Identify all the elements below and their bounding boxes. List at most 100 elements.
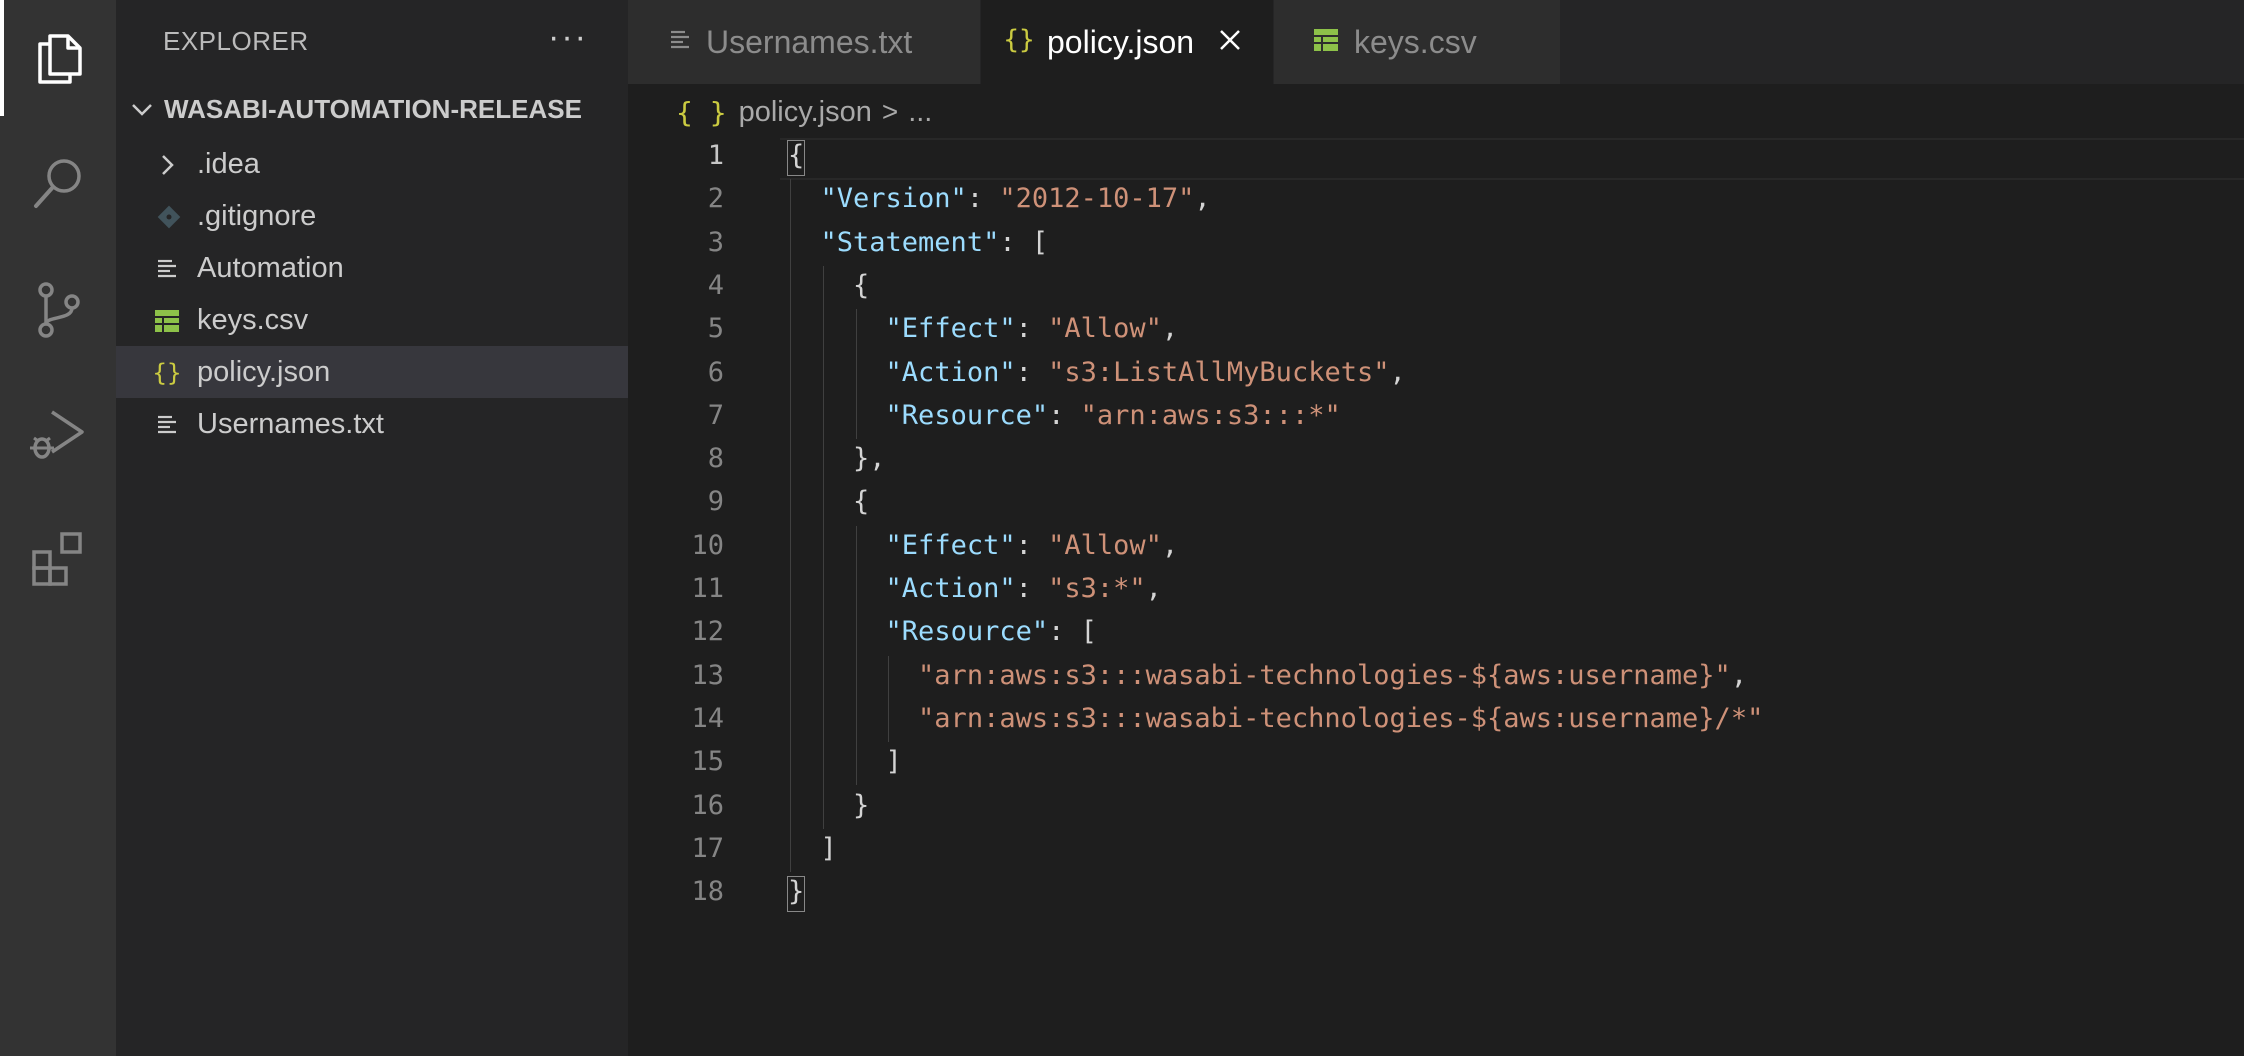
- code-line[interactable]: 7 "Resource": "arn:aws:s3:::*": [628, 396, 2244, 439]
- breadcrumb-file[interactable]: policy.json: [739, 96, 872, 129]
- line-number: 8: [707, 443, 724, 475]
- tab-policy-json[interactable]: {} policy.json: [981, 0, 1274, 84]
- code-line[interactable]: 17 ]: [628, 829, 2244, 872]
- tree-item-usernames-txt[interactable]: Usernames.txt: [116, 398, 628, 450]
- activity-bar: [0, 0, 116, 1056]
- extensions-icon: [32, 532, 82, 586]
- tab-usernames-txt[interactable]: Usernames.txt: [628, 0, 981, 84]
- line-number: 1: [707, 140, 724, 171]
- code-line[interactable]: 14 "arn:aws:s3:::wasabi-technologies-${a…: [628, 699, 2244, 742]
- line-number: 17: [691, 832, 724, 864]
- chevron-right-icon: [152, 150, 182, 180]
- close-icon[interactable]: [1216, 26, 1244, 54]
- more-actions-button[interactable]: ···: [548, 18, 588, 57]
- code-line[interactable]: 11 "Action": "s3:*",: [628, 569, 2244, 612]
- line-number: 5: [707, 313, 724, 345]
- code-line[interactable]: 8 },: [628, 439, 2244, 482]
- explorer-activity-button[interactable]: [0, 0, 116, 116]
- search-icon: [34, 159, 81, 208]
- breadcrumb-symbols[interactable]: ...: [908, 96, 932, 129]
- bracket-match-highlight: [787, 140, 806, 176]
- run-debug-icon: [30, 410, 84, 459]
- text-file-icon: [152, 410, 182, 440]
- line-number: 2: [707, 183, 724, 215]
- tree-item-automation[interactable]: Automation: [116, 242, 628, 294]
- text-file-icon: [664, 24, 696, 56]
- tree-item-policy-json[interactable]: {} policy.json: [116, 346, 628, 398]
- code-line[interactable]: 9 {: [628, 482, 2244, 525]
- code-text: "arn:aws:s3:::wasabi-technologies-${aws:…: [918, 702, 1764, 734]
- code-text: "Effect": "Allow",: [885, 313, 1179, 345]
- editor-tab-bar: Usernames.txt {} policy.json keys.csv: [628, 0, 2244, 84]
- line-number: 16: [691, 789, 724, 821]
- code-line[interactable]: 18}: [628, 872, 2244, 915]
- code-line[interactable]: 13 "arn:aws:s3:::wasabi-technologies-${a…: [628, 656, 2244, 699]
- code-text: "Action": "s3:ListAllMyBuckets",: [885, 356, 1406, 388]
- line-number: 10: [691, 529, 724, 561]
- code-text: "Statement": [: [820, 226, 1049, 258]
- explorer-title: EXPLORER: [163, 26, 309, 56]
- tree-item-keys-csv[interactable]: keys.csv: [116, 294, 628, 346]
- code-text: {: [788, 269, 870, 301]
- line-number: 12: [691, 616, 724, 648]
- tree-item-label: Usernames.txt: [197, 408, 384, 440]
- code-line[interactable]: 15 ]: [628, 742, 2244, 785]
- workspace-folder-name: WASABI-AUTOMATION-RELEASE: [164, 94, 582, 124]
- line-number: 15: [691, 746, 724, 778]
- code-line[interactable]: 6 "Action": "s3:ListAllMyBuckets",: [628, 353, 2244, 396]
- run-debug-activity-button[interactable]: [0, 376, 116, 492]
- line-number: 11: [691, 573, 724, 604]
- line-number: 14: [691, 702, 724, 734]
- code-line[interactable]: 5 "Effect": "Allow",: [628, 309, 2244, 352]
- code-text: "Resource": "arn:aws:s3:::*": [885, 399, 1341, 431]
- breadcrumb: { } policy.json > ...: [676, 92, 932, 132]
- code-text: }: [788, 789, 870, 821]
- csv-icon: [152, 306, 182, 336]
- json-icon: { }: [676, 95, 727, 129]
- workspace-folder[interactable]: WASABI-AUTOMATION-RELEASE: [116, 90, 628, 130]
- source-control-activity-button[interactable]: [0, 252, 116, 368]
- code-line[interactable]: 4 {: [628, 266, 2244, 309]
- extensions-activity-button[interactable]: [0, 500, 116, 616]
- code-text: "Resource": [: [885, 616, 1097, 648]
- tree-item-gitignore[interactable]: .gitignore: [116, 190, 628, 242]
- line-number: 4: [707, 269, 724, 301]
- csv-icon: [1310, 24, 1342, 56]
- tree-item-label: .gitignore: [197, 200, 317, 232]
- chevron-down-icon: [132, 104, 152, 116]
- code-text: ]: [788, 746, 902, 778]
- indent-guide: [888, 655, 890, 743]
- code-line[interactable]: 16 }: [628, 786, 2244, 829]
- git-icon: [154, 202, 184, 232]
- source-control-icon: [38, 282, 80, 338]
- tree-item-idea[interactable]: .idea: [116, 138, 628, 190]
- indent-guide: [822, 265, 824, 829]
- code-line[interactable]: 12 "Resource": [: [628, 612, 2244, 655]
- code-line[interactable]: 2 "Version": "2012-10-17",: [628, 179, 2244, 222]
- code-text: "Effect": "Allow",: [885, 529, 1179, 561]
- line-number: 6: [707, 356, 724, 388]
- code-text: "Action": "s3:*",: [885, 573, 1162, 604]
- files-icon: [38, 34, 82, 84]
- json-icon: {}: [1003, 25, 1035, 55]
- tab-keys-csv[interactable]: keys.csv: [1274, 0, 1561, 84]
- code-text: },: [788, 443, 886, 475]
- code-text: {: [788, 486, 870, 518]
- line-number: 7: [707, 399, 724, 431]
- indent-guide: [855, 309, 857, 440]
- line-number: 13: [691, 659, 724, 691]
- code-line[interactable]: 10 "Effect": "Allow",: [628, 526, 2244, 569]
- code-text: ]: [788, 832, 837, 864]
- search-activity-button[interactable]: [0, 126, 116, 242]
- code-editor[interactable]: 1{2 "Version": "2012-10-17", 3 "Statement…: [628, 136, 2244, 1056]
- line-number: 3: [707, 226, 724, 258]
- explorer-sidebar: EXPLORER ··· WASABI-AUTOMATION-RELEASE .…: [116, 0, 628, 1056]
- code-line[interactable]: 3 "Statement": [: [628, 223, 2244, 266]
- code-line[interactable]: 1{: [628, 136, 2244, 179]
- code-text: "arn:aws:s3:::wasabi-technologies-${aws:…: [918, 659, 1748, 691]
- line-number: 18: [691, 876, 724, 908]
- tree-item-label: Automation: [197, 252, 344, 284]
- tab-label: keys.csv: [1354, 24, 1477, 60]
- indent-guide: [790, 179, 791, 873]
- bracket-match-highlight: [787, 876, 806, 913]
